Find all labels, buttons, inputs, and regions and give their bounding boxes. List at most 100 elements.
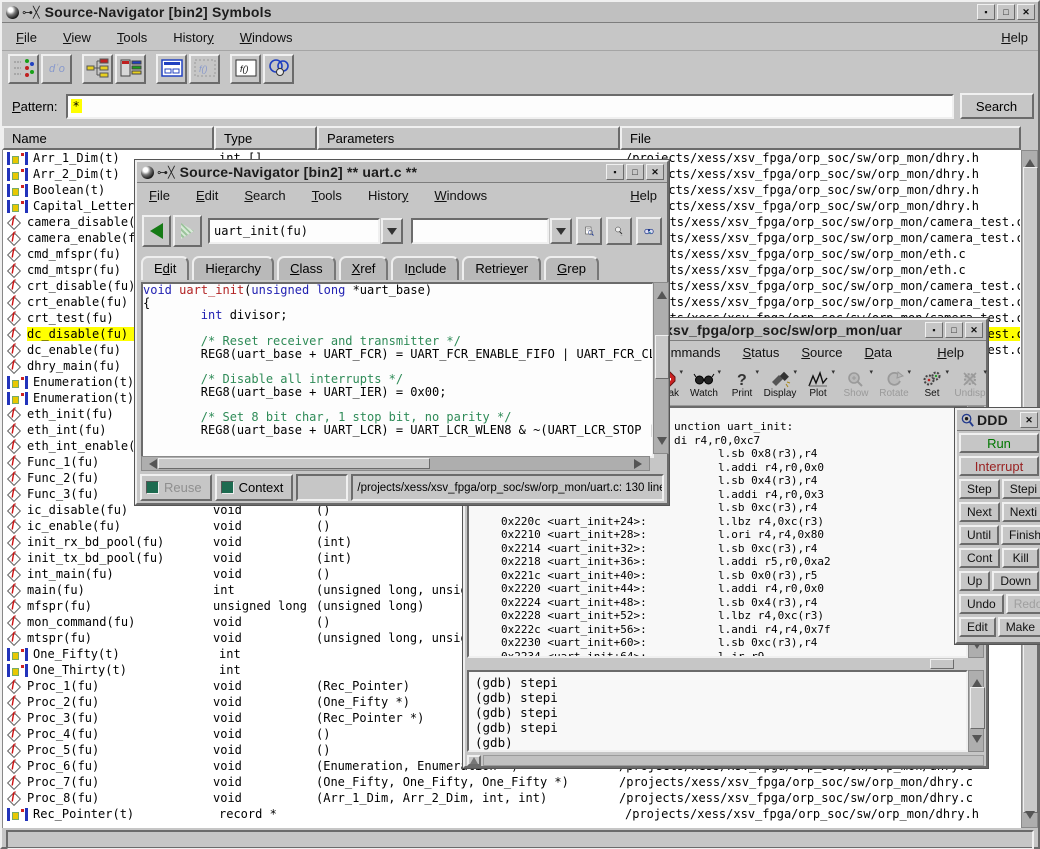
maximize-icon[interactable]: □: [997, 4, 1015, 20]
menu-data[interactable]: Data: [865, 345, 892, 360]
pattern-input[interactable]: *: [66, 94, 954, 119]
menu-help[interactable]: Help: [1001, 30, 1028, 45]
tab-include[interactable]: Include: [391, 256, 459, 280]
redo-button[interactable]: Redo: [1006, 594, 1040, 614]
column-header-parameters[interactable]: Parameters: [317, 126, 620, 150]
expand-status-icon[interactable]: [467, 755, 481, 766]
step-button[interactable]: Step: [959, 479, 1000, 499]
scroll-up-icon[interactable]: [1025, 154, 1035, 167]
project-window-button[interactable]: [156, 54, 187, 84]
retriever-button[interactable]: [636, 217, 662, 245]
stepi-button[interactable]: Stepi: [1002, 479, 1040, 499]
menu-help[interactable]: Help: [937, 345, 964, 360]
tab-grep[interactable]: Grep: [544, 256, 599, 280]
xref-browser-button[interactable]: [8, 54, 39, 84]
plot-tool[interactable]: ▾Plot: [799, 370, 837, 399]
grep-button[interactable]: f(): [189, 54, 220, 84]
interrupt-button[interactable]: Interrupt: [959, 456, 1039, 476]
gdb-console[interactable]: (gdb) stepi(gdb) stepi(gdb) stepi(gdb) s…: [467, 670, 968, 752]
close-icon[interactable]: ✕: [1017, 4, 1035, 20]
down-button[interactable]: Down: [992, 571, 1039, 591]
show-tool[interactable]: ▾Show: [837, 370, 875, 399]
display-tool[interactable]: ▾Display: [761, 370, 799, 399]
cont-button[interactable]: Cont: [959, 548, 1000, 568]
tab-retriever[interactable]: Retriever: [462, 256, 541, 280]
menu-help[interactable]: Help: [630, 188, 657, 203]
editor-titlebar[interactable]: ⊶╳ Source-Navigator [bin2] ** uart.c ** …: [137, 162, 667, 183]
search-combo[interactable]: [411, 218, 549, 244]
retriever-button[interactable]: dˈo: [41, 54, 72, 84]
editor-vscrollbar[interactable]: [653, 282, 669, 454]
table-row[interactable]: Proc_7(fu)void(One_Fifty, One_Fifty, One…: [3, 774, 1022, 790]
table-row[interactable]: Proc_8(fu)void(Arr_1_Dim, Arr_2_Dim, int…: [3, 790, 1022, 806]
menu-history[interactable]: History: [368, 188, 408, 203]
run-button[interactable]: Run: [959, 433, 1039, 453]
next-button[interactable]: Next: [959, 502, 1000, 522]
search-button[interactable]: Search: [960, 93, 1034, 119]
tab-hierarchy[interactable]: Hierarchy: [192, 256, 274, 280]
maximize-icon[interactable]: □: [626, 164, 644, 180]
menu-history[interactable]: History: [173, 30, 213, 45]
menu-file[interactable]: File: [149, 188, 170, 203]
print-tool[interactable]: ▾?Print: [723, 370, 761, 399]
pane-sash[interactable]: [467, 658, 984, 668]
close-icon[interactable]: ✕: [965, 322, 983, 338]
nexti-button[interactable]: Nexti: [1002, 502, 1040, 522]
up-button[interactable]: Up: [959, 571, 990, 591]
set-tool[interactable]: ▾Set: [913, 370, 951, 399]
symbol-combo[interactable]: uart_init(fu): [208, 218, 380, 244]
symbol-combo-arrow[interactable]: [381, 218, 403, 244]
make-button[interactable]: Make: [998, 617, 1040, 637]
tab-edit[interactable]: Edit: [141, 256, 189, 280]
minimize-icon[interactable]: ▪: [606, 164, 624, 180]
back-button[interactable]: [142, 215, 171, 247]
edit-file-button[interactable]: [576, 217, 602, 245]
minimize-icon[interactable]: ▪: [977, 4, 995, 20]
menu-view[interactable]: View: [63, 30, 91, 45]
class-browser-button[interactable]: [115, 54, 146, 84]
rotate-tool[interactable]: ▾Rotate: [875, 370, 913, 399]
tab-class[interactable]: Class: [277, 256, 336, 280]
menu-status[interactable]: Status: [742, 345, 779, 360]
close-icon[interactable]: ✕: [1020, 412, 1038, 428]
menu-edit[interactable]: Edit: [196, 188, 218, 203]
undisp-tool[interactable]: ▾Undisp: [951, 370, 989, 399]
menu-tools[interactable]: Tools: [117, 30, 147, 45]
menu-tools[interactable]: Tools: [312, 188, 342, 203]
close-icon[interactable]: ✕: [646, 164, 664, 180]
watch-tool[interactable]: ▾Watch: [685, 370, 723, 399]
kill-button[interactable]: Kill: [1002, 548, 1039, 568]
menu-windows[interactable]: Windows: [434, 188, 487, 203]
symbol-browser-button[interactable]: [263, 54, 294, 84]
undo-button[interactable]: Undo: [959, 594, 1004, 614]
menu-windows[interactable]: Windows: [240, 30, 293, 45]
column-header-type[interactable]: Type: [214, 126, 317, 150]
maximize-icon[interactable]: □: [945, 322, 963, 338]
finish-button[interactable]: Finish: [1001, 525, 1040, 545]
minimize-icon[interactable]: ▪: [925, 322, 943, 338]
command-tool-titlebar[interactable]: DDD ✕: [957, 410, 1040, 431]
symbols-menubar: File View Tools History Windows Help: [2, 24, 1038, 51]
symbols-titlebar[interactable]: ⊶╳ Source-Navigator [bin2] Symbols ▪ □ ✕: [2, 2, 1038, 23]
edit-button[interactable]: Edit: [959, 617, 996, 637]
tab-xref[interactable]: Xref: [339, 256, 389, 280]
menu-search[interactable]: Search: [244, 188, 285, 203]
console-scrollbar[interactable]: [968, 670, 984, 752]
hierarchy-browser-button[interactable]: [82, 54, 113, 84]
until-button[interactable]: Until: [959, 525, 999, 545]
context-toggle[interactable]: Context: [215, 474, 294, 501]
editor-hscrollbar[interactable]: [141, 456, 650, 471]
column-header-name[interactable]: Name: [2, 126, 214, 150]
symbol-type: void: [213, 503, 316, 517]
include-browser-button[interactable]: f(): [230, 54, 261, 84]
menu-source[interactable]: Source: [801, 345, 842, 360]
table-row[interactable]: Rec_Pointer(t)record */projects/xess/xsv…: [3, 806, 1022, 822]
forward-button[interactable]: [173, 215, 202, 247]
search-combo-arrow[interactable]: [550, 218, 572, 244]
code-editor[interactable]: void uart_init(unsigned long *uart_base)…: [141, 282, 654, 458]
scroll-down-icon[interactable]: [1025, 811, 1035, 824]
column-header-file[interactable]: File: [620, 126, 1021, 150]
reuse-toggle[interactable]: Reuse: [140, 474, 212, 501]
menu-file[interactable]: File: [16, 30, 37, 45]
find-button[interactable]: ..: [606, 217, 632, 245]
